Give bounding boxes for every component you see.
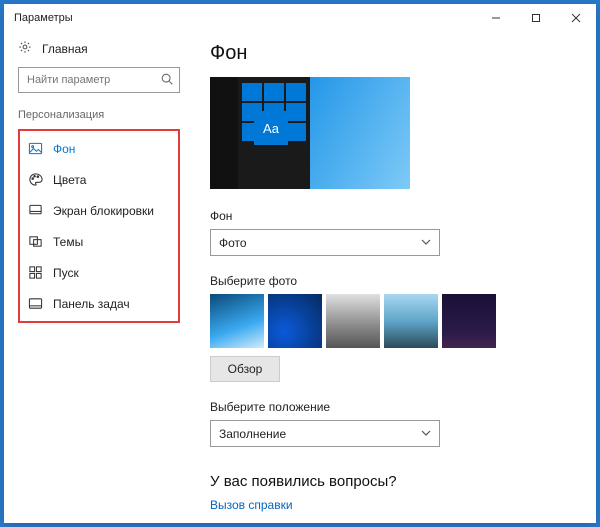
photo-thumb[interactable] bbox=[442, 294, 496, 348]
home-link[interactable]: Главная bbox=[18, 40, 180, 57]
sidebar-item-themes[interactable]: Темы bbox=[20, 226, 178, 257]
sidebar-item-background[interactable]: Фон bbox=[20, 133, 178, 164]
section-label: Персонализация bbox=[18, 109, 180, 121]
photo-thumb[interactable] bbox=[210, 294, 264, 348]
sidebar-item-label: Фон bbox=[53, 142, 75, 156]
photo-thumbnails bbox=[210, 294, 572, 348]
browse-label: Обзор bbox=[228, 362, 263, 376]
themes-icon bbox=[28, 234, 43, 249]
nav-list: Фон Цвета Экран блокировки bbox=[18, 129, 180, 323]
close-button[interactable] bbox=[556, 4, 596, 32]
sidebar-item-label: Цвета bbox=[53, 173, 86, 187]
photo-thumb[interactable] bbox=[268, 294, 322, 348]
background-dropdown[interactable]: Фото bbox=[210, 229, 440, 256]
sidebar-item-taskbar[interactable]: Панель задач bbox=[20, 288, 178, 319]
search-icon bbox=[160, 72, 174, 91]
taskbar-icon bbox=[28, 296, 43, 311]
sidebar-item-label: Темы bbox=[53, 235, 83, 249]
photo-thumb[interactable] bbox=[326, 294, 380, 348]
window-title: Параметры bbox=[14, 12, 73, 24]
titlebar: Параметры bbox=[4, 4, 596, 32]
page-title: Фон bbox=[210, 42, 572, 65]
sidebar-item-lockscreen[interactable]: Экран блокировки bbox=[20, 195, 178, 226]
search-input[interactable] bbox=[18, 67, 180, 93]
sidebar-item-label: Панель задач bbox=[53, 297, 130, 311]
pick-photo-label: Выберите фото bbox=[210, 274, 572, 288]
dropdown-value: Фото bbox=[219, 236, 247, 250]
desktop-preview: Aa bbox=[210, 77, 410, 189]
sidebar: Главная Персонализация Фон bbox=[4, 32, 194, 523]
preview-sample-tile: Aa bbox=[254, 111, 288, 145]
sidebar-item-colors[interactable]: Цвета bbox=[20, 164, 178, 195]
minimize-button[interactable] bbox=[476, 4, 516, 32]
fit-label: Выберите положение bbox=[210, 400, 572, 414]
start-icon bbox=[28, 265, 43, 280]
main-panel: Фон Aa Фон Фото Выберите фото bbox=[194, 32, 596, 523]
palette-icon bbox=[28, 172, 43, 187]
settings-window: Параметры Главная Пе bbox=[4, 4, 596, 523]
sidebar-item-label: Пуск bbox=[53, 266, 79, 280]
sidebar-item-label: Экран блокировки bbox=[53, 204, 154, 218]
fit-dropdown[interactable]: Заполнение bbox=[210, 420, 440, 447]
lockscreen-icon bbox=[28, 203, 43, 218]
gear-icon bbox=[18, 40, 32, 57]
dropdown-value: Заполнение bbox=[219, 427, 286, 441]
background-label: Фон bbox=[210, 209, 572, 223]
help-title: У вас появились вопросы? bbox=[210, 473, 572, 490]
home-label: Главная bbox=[42, 42, 88, 56]
chevron-down-icon bbox=[421, 236, 431, 250]
maximize-button[interactable] bbox=[516, 4, 556, 32]
search-box bbox=[18, 67, 180, 93]
sidebar-item-start[interactable]: Пуск bbox=[20, 257, 178, 288]
picture-icon bbox=[28, 141, 43, 156]
chevron-down-icon bbox=[421, 427, 431, 441]
browse-button[interactable]: Обзор bbox=[210, 356, 280, 382]
help-link[interactable]: Вызов справки bbox=[210, 498, 293, 512]
photo-thumb[interactable] bbox=[384, 294, 438, 348]
